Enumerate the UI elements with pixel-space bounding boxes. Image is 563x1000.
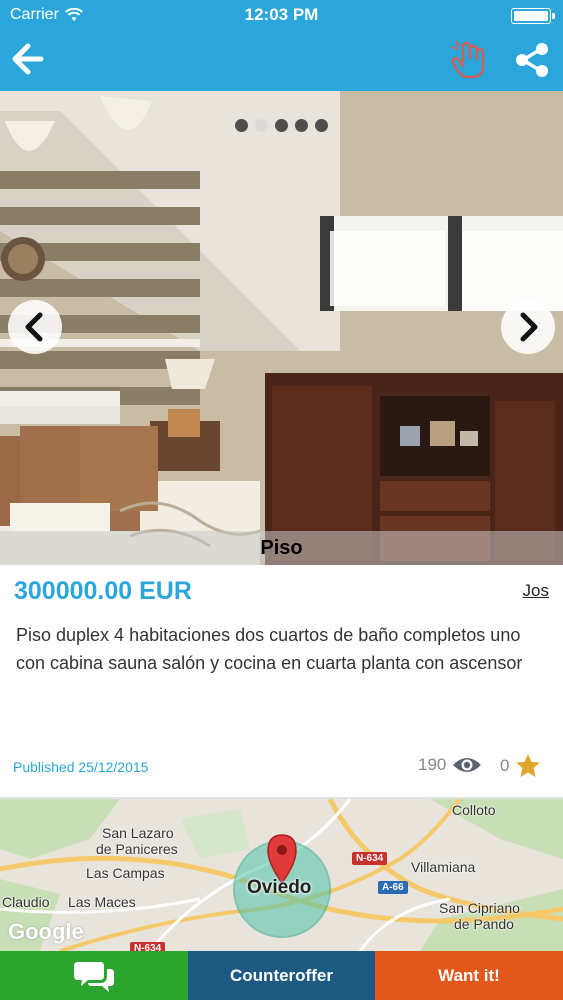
listing-description: Piso duplex 4 habitaciones dos cuartos d… [16,625,523,673]
carousel-dot[interactable] [275,119,288,132]
navbar [0,30,563,91]
favorites-count[interactable]: 0 [500,753,541,779]
next-photo-button[interactable] [501,300,555,354]
carousel-dots[interactable] [0,119,563,132]
owner-link[interactable]: Jos [523,581,549,601]
listing-price: 300000.00 EUR [14,577,192,605]
views-count: 190 [418,755,482,775]
chat-button[interactable] [0,951,188,1000]
photo-caption: Piso [0,531,563,565]
listing-info: 300000.00 EUR Jos Piso duplex 4 habitaci… [0,565,563,799]
hand-icon [451,41,485,79]
favorites-value: 0 [500,756,510,775]
location-map[interactable]: Colloto San Lazaro de Paniceres Las Camp… [0,799,563,951]
map-label-colloto: Colloto [452,802,496,818]
battery-fill [514,11,548,21]
photo-carousel[interactable]: Piso [0,91,563,565]
views-value: 190 [418,755,447,774]
counteroffer-button[interactable]: Counteroffer [188,951,375,1000]
published-date: Published 25/12/2015 [13,759,149,775]
arrow-left-icon [12,43,44,75]
back-button[interactable] [8,40,48,80]
road-badge-n634-lower: N-634 [130,942,166,951]
road-badge-n634-upper: N-634 [352,852,388,865]
map-label-las-campas: Las Campas [86,865,165,881]
map-label-las-maces: Las Maces [68,894,136,910]
star-icon [516,754,541,777]
hand-button[interactable] [448,38,492,82]
map-label-san-lazaro: San Lazaro [102,825,174,841]
map-label-de-pando: de Pando [454,916,514,932]
bottom-action-bar: Counteroffer Want it! [0,951,563,1000]
google-logo: Google [8,919,84,944]
chevron-left-icon [25,312,43,342]
chat-bubbles-icon [74,961,114,992]
map-city-label: Oviedo [247,877,312,898]
carousel-dot[interactable] [315,119,328,132]
chevron-right-icon [520,312,538,342]
map-label-de-paniceres: de Paniceres [96,841,178,857]
eye-icon [453,758,482,772]
room-photo [0,91,563,565]
carousel-dot[interactable] [255,119,268,132]
header: Carrier 12:03 PM [0,0,563,91]
map-label-claudio: Claudio [2,894,50,910]
status-time: 12:03 PM [244,5,319,24]
prev-photo-button[interactable] [8,300,62,354]
carousel-dot[interactable] [235,119,248,132]
road-badge-a66: A-66 [378,881,408,894]
share-icon [516,43,548,77]
battery-icon [511,8,555,24]
map-label-san-cipriano: San Cipriano [439,900,520,916]
status-bar: Carrier 12:03 PM [0,0,563,30]
map-label-villamiana: Villamiana [411,859,476,875]
share-button[interactable] [512,40,552,80]
carousel-dot[interactable] [295,119,308,132]
want-it-button[interactable]: Want it! [375,951,563,1000]
